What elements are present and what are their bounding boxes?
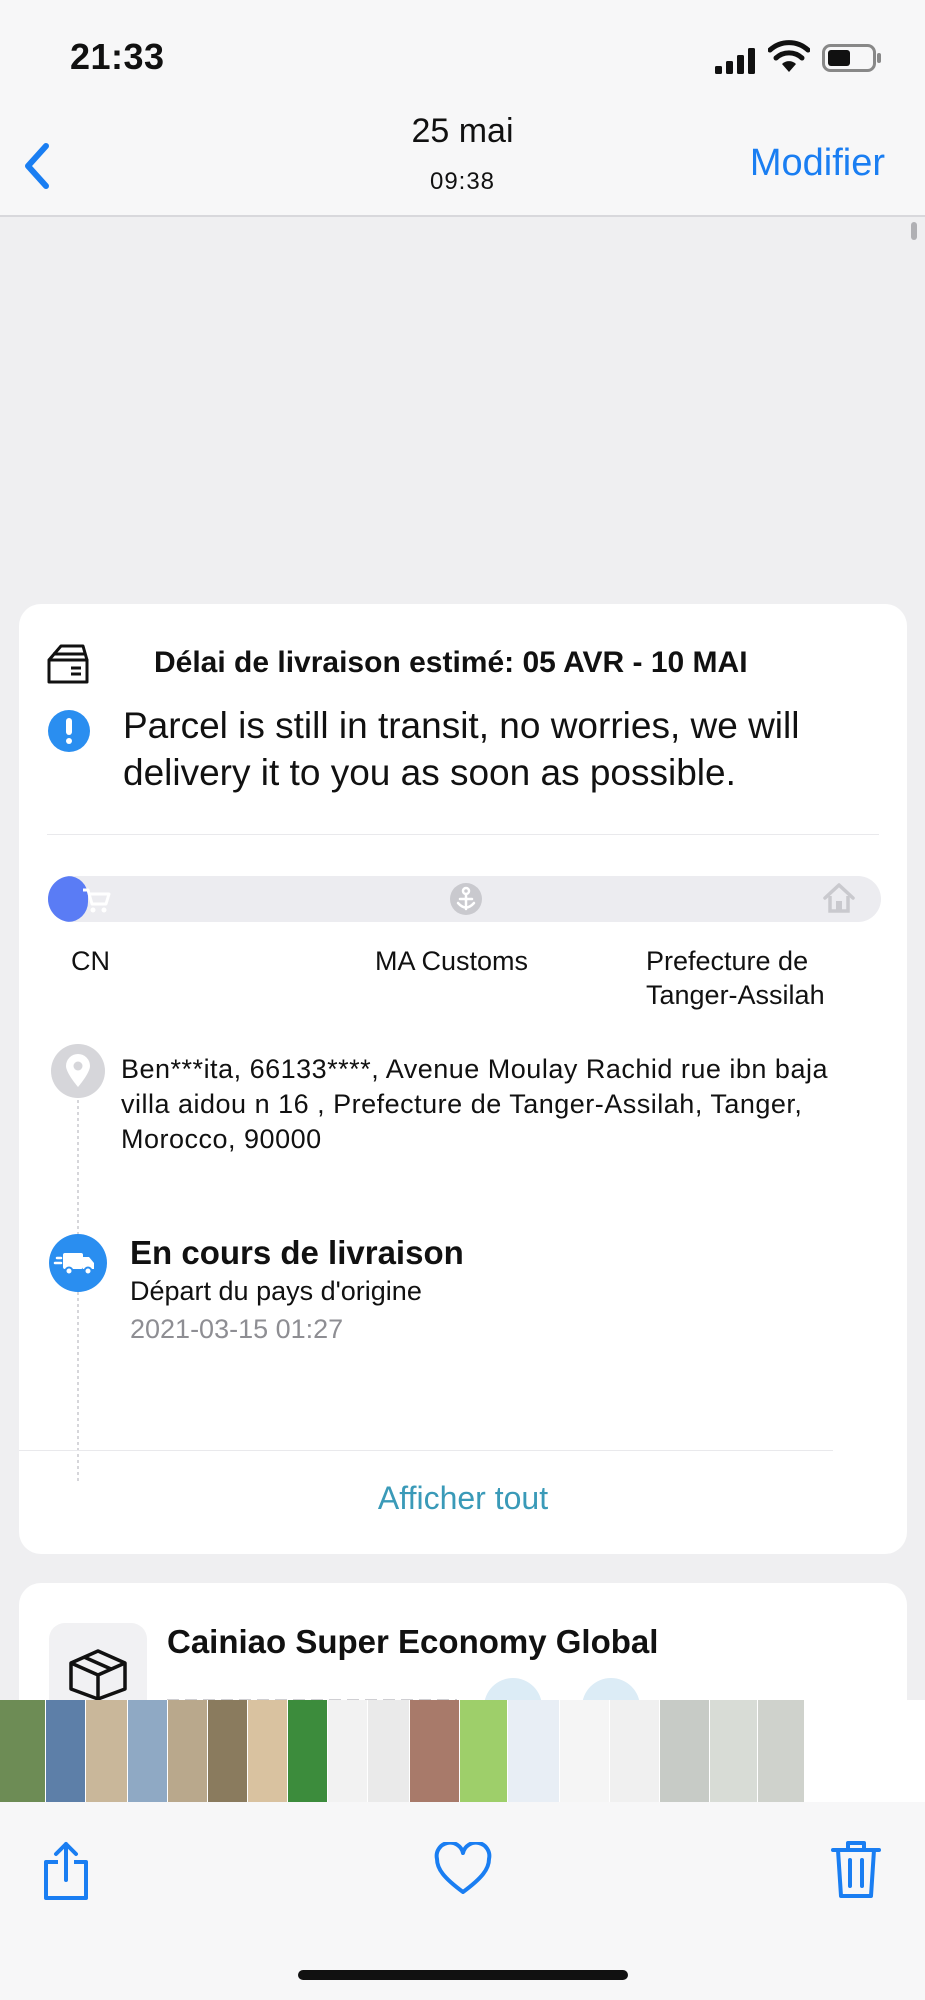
truck-icon: [49, 1234, 107, 1292]
photo-thumbnail[interactable]: [368, 1700, 410, 1802]
trash-icon[interactable]: [830, 1838, 882, 1900]
photo-thumbnail[interactable]: [610, 1700, 660, 1802]
photo-thumbnail[interactable]: [660, 1700, 710, 1802]
photo-thumbnail[interactable]: [248, 1700, 288, 1802]
event-datetime: 2021-03-15 01:27: [130, 1314, 344, 1344]
photo-thumbnail[interactable]: [0, 1700, 46, 1802]
event-subtitle: Départ du pays d'origine: [130, 1276, 422, 1306]
info-icon: [48, 710, 90, 752]
nav-bar: 25 mai 09:38 Modifier: [0, 110, 925, 217]
photo-thumbnail[interactable]: [460, 1700, 508, 1802]
photo-thumbnail[interactable]: [86, 1700, 128, 1802]
stage-label-customs: MA Customs: [375, 946, 529, 976]
edit-button[interactable]: Modifier: [750, 142, 885, 185]
photo-thumbnail-strip[interactable]: [0, 1700, 925, 1802]
photo-thumbnail[interactable]: [168, 1700, 208, 1802]
delivery-box-icon: [47, 644, 89, 684]
photo-thumbnail[interactable]: [710, 1700, 758, 1802]
divider: [47, 834, 879, 835]
delivery-estimate: Délai de livraison estimé: 05 AVR - 10 M…: [154, 646, 748, 679]
delivery-address: Ben***ita, 66133****, Avenue Moulay Rach…: [121, 1054, 828, 1154]
home-icon: [823, 883, 855, 913]
photo-thumbnail[interactable]: [208, 1700, 248, 1802]
carrier-name: Cainiao Super Economy Global: [167, 1623, 659, 1660]
signal-icon: [715, 48, 755, 74]
photo-thumbnail[interactable]: [46, 1700, 86, 1802]
cart-icon: [83, 888, 111, 913]
photo-thumbnail[interactable]: [560, 1700, 610, 1802]
wifi-icon: [768, 40, 810, 72]
photo-thumbnail[interactable]: [288, 1700, 328, 1802]
anchor-icon: [450, 883, 482, 915]
home-indicator: [298, 1970, 628, 1980]
stage-label-destination: Prefecture de Tanger-Assilah: [646, 946, 825, 1010]
tracking-card: Délai de livraison estimé: 05 AVR - 10 M…: [19, 604, 907, 1554]
photo-thumbnail[interactable]: [508, 1700, 560, 1802]
photo-thumbnail[interactable]: [410, 1700, 460, 1802]
battery-icon: [822, 44, 881, 72]
status-bar: 21:33: [0, 0, 925, 110]
show-all-button[interactable]: Afficher tout: [19, 1480, 907, 1517]
divider: [19, 1450, 833, 1451]
scroll-indicator[interactable]: [911, 222, 917, 240]
status-time: 21:33: [70, 36, 165, 77]
bottom-toolbar: [0, 1802, 925, 2000]
photo-thumbnail[interactable]: [328, 1700, 368, 1802]
stage-label-origin: CN: [71, 946, 110, 976]
location-pin-icon: [51, 1044, 105, 1098]
share-icon[interactable]: [40, 1840, 92, 1902]
event-title: En cours de livraison: [130, 1234, 464, 1271]
photo-thumbnail[interactable]: [758, 1700, 805, 1802]
heart-icon[interactable]: [434, 1842, 492, 1896]
photo-thumbnail[interactable]: [128, 1700, 168, 1802]
transit-message: Parcel is still in transit, no worries, …: [123, 705, 800, 793]
